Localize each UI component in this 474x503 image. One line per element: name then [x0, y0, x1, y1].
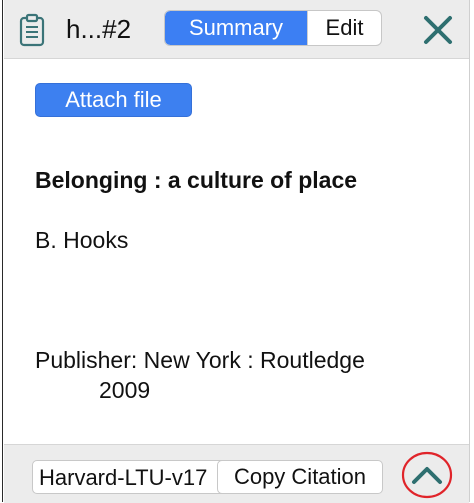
copy-citation-button[interactable]: Copy Citation: [217, 460, 383, 494]
window-right-border: [469, 0, 470, 502]
record-year: 2009: [99, 377, 151, 403]
tab-edit[interactable]: Edit: [307, 11, 381, 45]
citation-footer: Harvard-LTU-v17 Copy Citation: [4, 444, 469, 503]
view-mode-toggle: Summary Edit: [164, 10, 382, 46]
close-icon[interactable]: [420, 12, 456, 48]
chevron-up-icon[interactable]: [401, 450, 453, 500]
record-publisher: Publisher: New York : Routledge: [35, 347, 365, 373]
clipboard-icon: [19, 13, 45, 47]
citation-style-select[interactable]: Harvard-LTU-v17: [32, 460, 232, 494]
record-header: h...#2 Summary Edit: [4, 0, 469, 59]
window-left-border: [2, 0, 3, 502]
record-author: B. Hooks: [35, 227, 129, 253]
tab-summary[interactable]: Summary: [165, 11, 307, 45]
record-summary: Attach file Belonging : a culture of pla…: [4, 59, 469, 444]
record-short-title: h...#2: [66, 14, 132, 44]
attach-file-button[interactable]: Attach file: [35, 83, 192, 117]
record-title: Belonging : a culture of place: [35, 167, 358, 193]
